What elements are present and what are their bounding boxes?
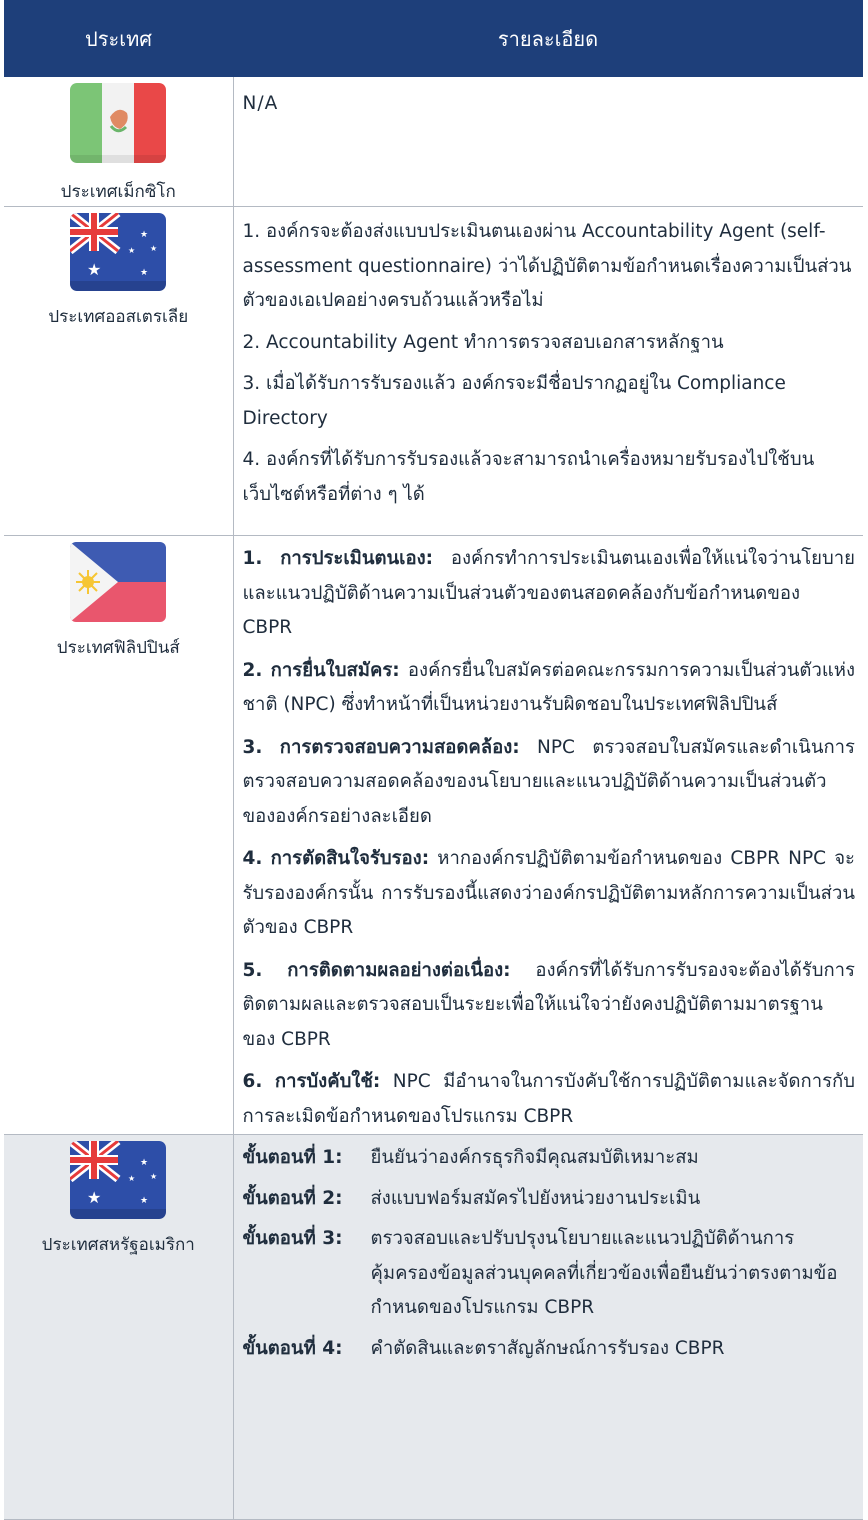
item-number: 4. xyxy=(242,848,263,869)
svg-text:★: ★ xyxy=(128,246,135,255)
step-text: ยืนยันว่าองค์กรธุรกิจมีคุณสมบัติเหมาะสม xyxy=(370,1147,699,1168)
country-name: ประเทศสหรัฐอเมริกา xyxy=(41,1235,195,1255)
step-item: ขั้นตอนที่ 3: ตรวจสอบและปรับปรุงนโยบายและ… xyxy=(243,1222,856,1326)
svg-text:★: ★ xyxy=(87,260,101,279)
list-item: 2. การยื่นใบสมัคร: องค์กรยื่นใบสมัครต่อค… xyxy=(243,654,856,723)
item-title: การตัดสินใจรับรอง: xyxy=(270,848,430,869)
australia-flag-icon: ★ ★ ★ ★ ★ xyxy=(70,1141,167,1219)
step-label: ขั้นตอนที่ 4: xyxy=(242,1337,343,1359)
country-table: ประเทศ รายละเอียด ประเทศเม็กซิโก N/A ★ ★… xyxy=(4,0,863,1520)
step-item: ขั้นตอนที่ 1: ยืนยันว่าองค์กรธุรกิจมีคุณส… xyxy=(243,1141,856,1176)
item-title: การตรวจสอบความสอดคล้อง: xyxy=(279,736,520,758)
step-text: ตรวจสอบและปรับปรุงนโยบายและแนวปฏิบัติด้า… xyxy=(370,1228,838,1318)
country-name: ประเทศเม็กซิโก xyxy=(60,182,176,202)
svg-text:★: ★ xyxy=(140,1196,148,1206)
header-detail: รายละเอียด xyxy=(233,0,863,77)
detail-cell: ขั้นตอนที่ 1: ยืนยันว่าองค์กรธุรกิจมีคุณส… xyxy=(233,1134,863,1520)
detail-cell: N/A xyxy=(233,77,863,207)
step-item: ขั้นตอนที่ 4: คำตัดสินและตราสัญลักษณ์การร… xyxy=(243,1332,856,1367)
step-text: ส่งแบบฟอร์มสมัครไปยังหน่วยงานประเมิน xyxy=(370,1187,701,1209)
item-number: 2. xyxy=(242,659,263,681)
step-label: ขั้นตอนที่ 2: xyxy=(242,1187,343,1209)
mexico-flag-icon xyxy=(70,83,167,163)
svg-text:★: ★ xyxy=(140,268,148,278)
list-item: 1. องค์กรจะต้องส่งแบบประเมินตนเองผ่าน Ac… xyxy=(242,221,852,311)
country-cell: ★ ★ ★ ★ ★ ประเทศสหรัฐอเมริกา xyxy=(4,1134,234,1520)
step-label: ขั้นตอนที่ 3: xyxy=(242,1228,343,1249)
list-item: 2. Accountability Agent ทำการตรวจสอบเอกส… xyxy=(242,331,724,353)
detail-text: N/A xyxy=(242,93,279,114)
table-row-australia: ★ ★ ★ ★ ★ ประเทศออสเตรเลีย 1. องค์กรจะต้… xyxy=(4,206,863,536)
country-cell: ประเทศฟิลิปปินส์ xyxy=(4,535,234,1135)
item-title: การติดตามผลอย่างต่อเนื่อง: xyxy=(287,959,511,981)
item-title: การบังคับใช้: xyxy=(274,1071,381,1092)
country-name: ประเทศออสเตรเลีย xyxy=(48,307,189,327)
item-title: การยื่นใบสมัคร: xyxy=(270,659,400,681)
table-row-usa: ★ ★ ★ ★ ★ ประเทศสหรัฐอเมริกา ขั้นตอนที่ … xyxy=(4,1134,863,1520)
table-header: ประเทศ รายละเอียด xyxy=(4,0,863,77)
svg-text:★: ★ xyxy=(140,1158,148,1168)
step-item: ขั้นตอนที่ 2: ส่งแบบฟอร์มสมัครไปยังหน่วยง… xyxy=(243,1182,856,1217)
item-title: การประเมินตนเอง: xyxy=(280,548,434,569)
country-name: ประเทศฟิลิปปินส์ xyxy=(56,638,180,658)
detail-cell: 1. องค์กรจะต้องส่งแบบประเมินตนเองผ่าน Ac… xyxy=(233,206,863,536)
country-cell: ประเทศเม็กซิโก xyxy=(4,77,234,207)
list-item: 4. องค์กรที่ได้รับการรับรองแล้วจะสามารถน… xyxy=(242,449,815,505)
item-number: 5. xyxy=(242,959,263,981)
svg-text:★: ★ xyxy=(128,1174,135,1183)
list-item: 6. การบังคับใช้: NPC มีอำนาจในการบังคับใ… xyxy=(243,1065,856,1134)
philippines-flag-icon xyxy=(70,542,167,622)
item-number: 1. xyxy=(242,548,263,569)
item-number: 3. xyxy=(242,736,263,758)
header-country: ประเทศ xyxy=(4,0,233,77)
svg-text:★: ★ xyxy=(150,1172,157,1181)
svg-text:★: ★ xyxy=(140,230,148,240)
step-label: ขั้นตอนที่ 1: xyxy=(242,1147,343,1168)
list-item: 4. การตัดสินใจรับรอง: หากองค์กรปฏิบัติตา… xyxy=(243,842,856,946)
country-cell: ★ ★ ★ ★ ★ ประเทศออสเตรเลีย xyxy=(4,206,234,536)
item-number: 6. xyxy=(242,1071,263,1092)
list-item: 3. การตรวจสอบความสอดคล้อง: NPC ตรวจสอบใบ… xyxy=(243,731,856,835)
step-text: คำตัดสินและตราสัญลักษณ์การรับรอง CBPR xyxy=(370,1337,725,1359)
australia-flag-icon: ★ ★ ★ ★ ★ xyxy=(70,213,167,291)
svg-text:★: ★ xyxy=(150,244,157,253)
svg-text:★: ★ xyxy=(87,1188,101,1207)
list-item: 1. การประเมินตนเอง: องค์กรทำการประเมินตน… xyxy=(243,542,856,646)
list-item: 3. เมื่อได้รับการรับรองแล้ว องค์กรจะมีชื… xyxy=(242,373,786,429)
detail-cell: 1. การประเมินตนเอง: องค์กรทำการประเมินตน… xyxy=(233,535,863,1135)
list-item: 5. การติดตามผลอย่างต่อเนื่อง: องค์กรที่ไ… xyxy=(243,954,856,1058)
table-row-mexico: ประเทศเม็กซิโก N/A xyxy=(4,77,863,207)
table-row-philippines: ประเทศฟิลิปปินส์ 1. การประเมินตนเอง: องค… xyxy=(4,535,863,1135)
